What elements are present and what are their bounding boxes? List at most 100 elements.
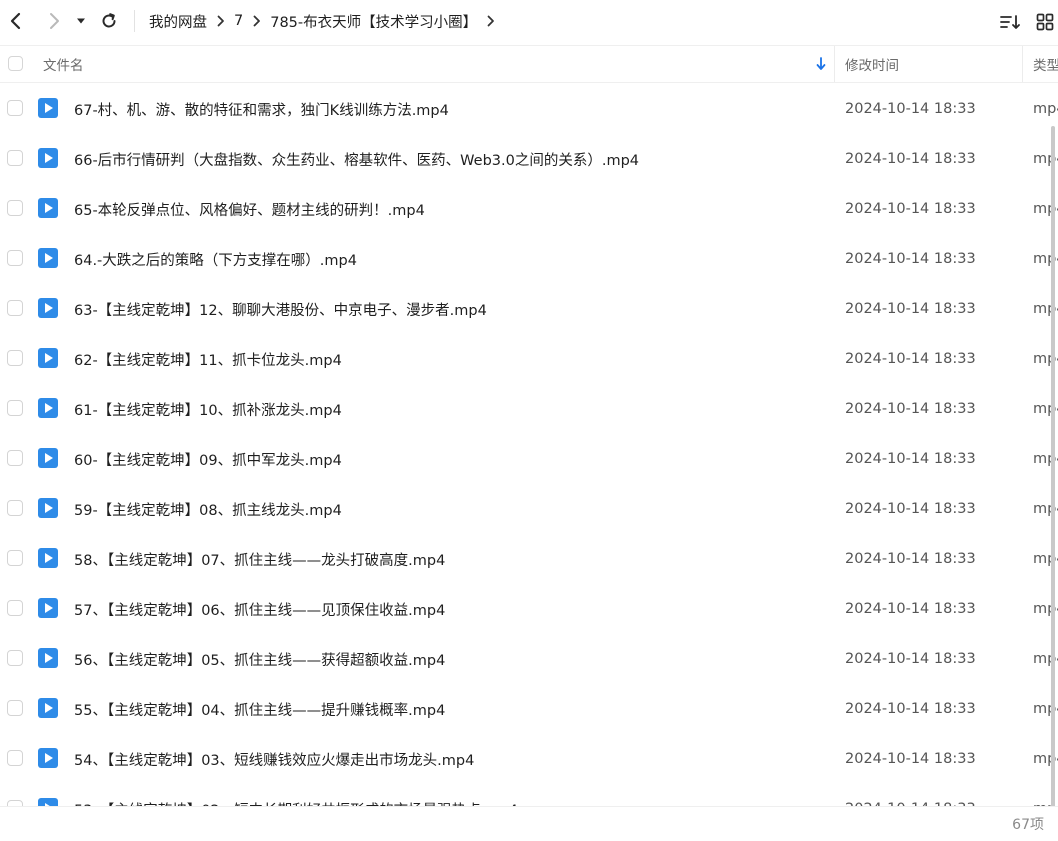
column-divider[interactable] [834,46,835,82]
file-modified-time: 2024-10-14 18:33 [845,301,976,317]
chevron-right-icon [217,15,225,27]
forward-button[interactable] [42,8,66,34]
row-checkbox[interactable] [7,400,23,416]
file-name[interactable]: 58、【主线定乾坤】07、抓住主线——龙头打破高度.mp4 [74,534,445,584]
row-checkbox[interactable] [7,300,23,316]
file-name[interactable]: 53、【主线定乾坤】02、短中长期利好共振形成的市场最强热点.mp4 [74,784,518,807]
file-row[interactable]: 62-【主线定乾坤】11、抓卡位龙头.mp42024-10-14 18:33mp… [0,334,1058,384]
file-modified-time: 2024-10-14 18:33 [845,651,976,667]
row-checkbox[interactable] [7,350,23,366]
video-file-icon [38,198,58,218]
file-modified-time: 2024-10-14 18:33 [845,151,976,167]
column-header-modified[interactable]: 修改时间 [845,46,899,82]
file-modified-time: 2024-10-14 18:33 [845,701,976,717]
breadcrumb-item-current[interactable]: 785-布衣天师【技术学习小圈】 [270,11,477,32]
video-file-icon [38,398,58,418]
file-modified-time: 2024-10-14 18:33 [845,784,976,806]
file-row[interactable]: 58、【主线定乾坤】07、抓住主线——龙头打破高度.mp4 2024-10-14 … [0,534,1058,584]
row-checkbox[interactable] [7,550,23,566]
breadcrumb-item-root[interactable]: 我的网盘 [149,11,207,32]
file-name[interactable]: 62-【主线定乾坤】11、抓卡位龙头.mp4 [74,334,342,384]
row-checkbox[interactable] [7,500,23,516]
file-row[interactable]: 56、【主线定乾坤】05、抓住主线——获得超额收益.mp4 2024-10-14 … [0,634,1058,684]
file-modified-time: 2024-10-14 18:33 [845,551,976,567]
sort-list-icon [1000,15,1020,29]
breadcrumb-item-folder-7[interactable]: 7 [234,13,243,29]
file-row[interactable]: 67-村、机、游、散的特征和需求，独门K线训练方法.mp4 2024-10-14 … [0,84,1058,134]
file-row[interactable]: 59-【主线定乾坤】08、抓主线龙头.mp42024-10-14 18:33mp… [0,484,1058,534]
sort-descending-icon[interactable] [815,56,827,72]
video-file-icon [38,798,58,806]
video-file-icon [38,348,58,368]
toolbar: 我的网盘 7 785-布衣天师【技术学习小圈】 [0,0,1058,43]
file-row[interactable]: 64.-大跌之后的策略（下方支撑在哪）.mp4 2024-10-14 18:33 m… [0,234,1058,284]
row-checkbox[interactable] [7,150,23,166]
video-file-icon [38,648,58,668]
file-name[interactable]: 66-后市行情研判（大盘指数、众生药业、榕基软件、医药、Web3.0之间的关系）… [74,134,639,184]
toolbar-divider [134,10,135,32]
file-modified-time: 2024-10-14 18:33 [845,251,976,267]
file-name[interactable]: 59-【主线定乾坤】08、抓主线龙头.mp4 [74,484,342,534]
chevron-left-icon [10,12,21,30]
file-row[interactable]: 63-【主线定乾坤】12、聊聊大港股份、中京电子、漫步者.mp4 2024-10-… [0,284,1058,334]
item-count: 67项 [1012,817,1044,833]
file-name[interactable]: 64.-大跌之后的策略（下方支撑在哪）.mp4 [74,234,357,284]
row-checkbox[interactable] [7,250,23,266]
video-file-icon [38,548,58,568]
select-all-checkbox[interactable] [8,56,23,71]
scrollbar[interactable] [1050,84,1056,841]
file-manager-window: 我的网盘 7 785-布衣天师【技术学习小圈】 文件名 修改时间 类型 67-村… [0,0,1058,841]
file-name[interactable]: 61-【主线定乾坤】10、抓补涨龙头.mp4 [74,384,342,434]
file-name[interactable]: 65-本轮反弹点位、风格偏好、题材主线的研判！.mp4 [74,184,425,234]
file-modified-time: 2024-10-14 18:33 [845,101,976,117]
file-row[interactable]: 57、【主线定乾坤】06、抓住主线——见顶保住收益.mp4 2024-10-14 … [0,584,1058,634]
file-name[interactable]: 55、【主线定乾坤】04、抓住主线——提升赚钱概率.mp4 [74,684,445,734]
file-modified-time: 2024-10-14 18:33 [845,201,976,217]
column-header-type[interactable]: 类型 [1033,46,1058,82]
file-modified-time: 2024-10-14 18:33 [845,451,976,467]
row-checkbox[interactable] [7,100,23,116]
breadcrumb: 我的网盘 7 785-布衣天师【技术学习小圈】 [149,0,504,42]
file-row[interactable]: 60-【主线定乾坤】09、抓中军龙头.mp42024-10-14 18:33mp… [0,434,1058,484]
file-row[interactable]: 66-后市行情研判（大盘指数、众生药业、榕基软件、医药、Web3.0之间的关系）… [0,134,1058,184]
refresh-button[interactable] [97,8,121,34]
scrollbar-thumb[interactable] [1051,126,1055,841]
video-file-icon [38,148,58,168]
row-checkbox[interactable] [7,650,23,666]
file-modified-time: 2024-10-14 18:33 [845,601,976,617]
video-file-icon [38,98,58,118]
row-checkbox[interactable] [7,450,23,466]
column-divider[interactable] [1022,46,1023,82]
file-modified-time: 2024-10-14 18:33 [845,751,976,767]
file-row[interactable]: 54、【主线定乾坤】03、短线赚钱效应火爆走出市场龙头.mp4 2024-10-1… [0,734,1058,784]
file-name[interactable]: 67-村、机、游、散的特征和需求，独门K线训练方法.mp4 [74,84,449,134]
video-file-icon [38,498,58,518]
sort-button[interactable] [998,10,1022,34]
video-file-icon [38,298,58,318]
row-checkbox[interactable] [7,600,23,616]
file-name[interactable]: 57、【主线定乾坤】06、抓住主线——见顶保住收益.mp4 [74,584,445,634]
caret-down-icon [77,18,85,24]
file-row[interactable]: 53、【主线定乾坤】02、短中长期利好共振形成的市场最强热点.mp4 2024-1… [0,784,1058,806]
file-modified-time: 2024-10-14 18:33 [845,501,976,517]
video-file-icon [38,748,58,768]
file-row[interactable]: 55、【主线定乾坤】04、抓住主线——提升赚钱概率.mp4 2024-10-14 … [0,684,1058,734]
file-row[interactable]: 61-【主线定乾坤】10、抓补涨龙头.mp42024-10-14 18:33mp… [0,384,1058,434]
file-list: 67-村、机、游、散的特征和需求，独门K线训练方法.mp4 2024-10-14 … [0,84,1058,806]
file-list-header: 文件名 修改时间 类型 [0,45,1058,83]
grid-view-button[interactable] [1033,10,1057,34]
chevron-right-icon[interactable] [487,15,495,27]
grid-view-icon [1036,13,1054,31]
file-name[interactable]: 60-【主线定乾坤】09、抓中军龙头.mp4 [74,434,342,484]
file-row[interactable]: 65-本轮反弹点位、风格偏好、题材主线的研判！.mp4 2024-10-14 18… [0,184,1058,234]
file-name[interactable]: 56、【主线定乾坤】05、抓住主线——获得超额收益.mp4 [74,634,445,684]
file-name[interactable]: 54、【主线定乾坤】03、短线赚钱效应火爆走出市场龙头.mp4 [74,734,474,784]
file-name[interactable]: 63-【主线定乾坤】12、聊聊大港股份、中京电子、漫步者.mp4 [74,284,487,334]
row-checkbox[interactable] [7,200,23,216]
history-dropdown-button[interactable] [72,8,90,34]
status-bar: 67项 [0,806,1058,841]
column-header-name[interactable]: 文件名 [43,46,84,82]
row-checkbox[interactable] [7,700,23,716]
row-checkbox[interactable] [7,750,23,766]
back-button[interactable] [4,8,28,34]
